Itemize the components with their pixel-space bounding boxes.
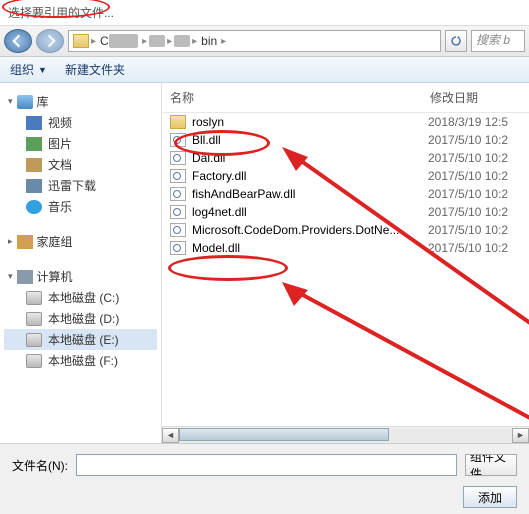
sidebar-item-video[interactable]: 视频 [4,112,157,133]
forward-button[interactable] [36,29,64,53]
dll-icon [170,169,186,183]
sidebar-item-pictures[interactable]: 图片 [4,133,157,154]
refresh-button[interactable] [445,30,467,52]
file-name: Microsoft.CodeDom.Providers.DotNe... [192,223,399,237]
column-headers: 名称 修改日期 [162,83,529,113]
dll-icon [170,151,186,165]
toolbar: 组织 ▼ 新建文件夹 [0,57,529,83]
file-row[interactable]: roslyn 2018/3/19 12:5 [162,113,529,131]
file-date: 2017/5/10 10:2 [428,151,508,165]
bottom-panel: 文件名(N): 组件文件 添加 [0,443,529,514]
column-date[interactable]: 修改日期 [430,89,521,106]
chevron-right-icon: ▸ [192,36,197,47]
dll-icon [170,205,186,219]
file-name: Dal.dll [192,151,225,165]
drive-icon [26,312,42,326]
scroll-left-button[interactable]: ◄ [162,428,179,443]
music-icon [26,200,42,214]
file-name: Factory.dll [192,169,246,183]
folder-icon [73,34,89,48]
file-date: 2017/5/10 10:2 [428,205,508,219]
sidebar: ▾库 视频 图片 文档 迅雷下载 音乐 ▸家庭组 ▾计算机 本地磁盘 (C:) … [0,83,162,443]
add-button[interactable]: 添加 [463,486,517,508]
file-name: fishAndBearPaw.dll [192,187,295,201]
file-row[interactable]: Factory.dll 2017/5/10 10:2 [162,167,529,185]
file-row[interactable]: Microsoft.CodeDom.Providers.DotNe... 2017… [162,221,529,239]
file-date: 2017/5/10 10:2 [428,187,508,201]
search-input[interactable]: 搜索 b [471,30,525,52]
file-row[interactable]: Dal.dll 2017/5/10 10:2 [162,149,529,167]
computer-icon [17,270,33,284]
breadcrumb-blurred[interactable] [149,35,165,47]
new-folder-button[interactable]: 新建文件夹 [65,61,125,78]
file-name: log4net.dll [192,205,247,219]
breadcrumb-seg[interactable]: Caa [98,34,140,48]
filename-input[interactable] [76,454,457,476]
filetype-filter[interactable]: 组件文件 [465,454,517,476]
content-pane: 名称 修改日期 roslyn 2018/3/19 12:5 Bll.dll 2017/… [162,83,529,443]
dll-icon [170,187,186,201]
title-bar: 选择要引用的文件... [0,0,529,26]
download-icon [26,179,42,193]
chevron-right-icon: ▸ [8,236,13,247]
file-date: 2017/5/10 10:2 [428,241,508,255]
sidebar-drive-d[interactable]: 本地磁盘 (D:) [4,308,157,329]
address-bar[interactable]: ▸ Caa ▸ ▸ ▸ bin ▸ [68,30,441,52]
file-row[interactable]: log4net.dll 2017/5/10 10:2 [162,203,529,221]
sidebar-item-thunder[interactable]: 迅雷下载 [4,175,157,196]
organize-menu[interactable]: 组织 ▼ [10,61,47,78]
sidebar-libraries[interactable]: ▾库 [4,91,157,112]
file-name: roslyn [192,115,224,129]
chevron-right-icon: ▸ [221,36,226,47]
chevron-right-icon: ▸ [142,36,147,47]
chevron-down-icon: ▼ [38,65,47,75]
file-row[interactable]: Model.dll 2017/5/10 10:2 [162,239,529,257]
filename-label: 文件名(N): [12,457,68,474]
file-date: 2017/5/10 10:2 [428,169,508,183]
file-date: 2017/5/10 10:2 [428,133,508,147]
breadcrumb-blurred[interactable] [174,35,190,47]
document-icon [26,158,42,172]
file-date: 2017/5/10 10:2 [428,223,508,237]
sidebar-drive-f[interactable]: 本地磁盘 (F:) [4,350,157,371]
file-row[interactable]: Bll.dll 2017/5/10 10:2 [162,131,529,149]
dll-icon [170,241,186,255]
video-icon [26,116,42,130]
back-button[interactable] [4,29,32,53]
chevron-down-icon: ▾ [8,271,13,282]
drive-icon [26,354,42,368]
chevron-down-icon: ▾ [8,96,13,107]
sidebar-homegroup[interactable]: ▸家庭组 [4,231,157,252]
scroll-right-button[interactable]: ► [512,428,529,443]
picture-icon [26,137,42,151]
breadcrumb-bin[interactable]: bin [199,34,219,48]
sidebar-item-music[interactable]: 音乐 [4,196,157,217]
chevron-right-icon: ▸ [167,36,172,47]
dll-icon [170,133,186,147]
file-name: Model.dll [192,241,240,255]
scroll-track[interactable] [179,428,512,443]
file-list: roslyn 2018/3/19 12:5 Bll.dll 2017/5/10 10:… [162,113,529,426]
library-icon [17,95,33,109]
chevron-right-icon: ▸ [91,36,96,47]
sidebar-computer[interactable]: ▾计算机 [4,266,157,287]
file-date: 2018/3/19 12:5 [428,115,508,129]
file-name: Bll.dll [192,133,221,147]
sidebar-drive-e[interactable]: 本地磁盘 (E:) [4,329,157,350]
drive-icon [26,291,42,305]
dll-icon [170,223,186,237]
homegroup-icon [17,235,33,249]
scroll-thumb[interactable] [179,428,389,441]
horizontal-scrollbar: ◄ ► [162,426,529,443]
file-row[interactable]: fishAndBearPaw.dll 2017/5/10 10:2 [162,185,529,203]
window-title: 选择要引用的文件... [8,6,114,20]
folder-icon [170,115,186,129]
main-area: ▾库 视频 图片 文档 迅雷下载 音乐 ▸家庭组 ▾计算机 本地磁盘 (C:) … [0,83,529,443]
sidebar-drive-c[interactable]: 本地磁盘 (C:) [4,287,157,308]
nav-bar: ▸ Caa ▸ ▸ ▸ bin ▸ 搜索 b [0,26,529,57]
drive-icon [26,333,42,347]
column-name[interactable]: 名称 [170,89,430,106]
sidebar-item-documents[interactable]: 文档 [4,154,157,175]
